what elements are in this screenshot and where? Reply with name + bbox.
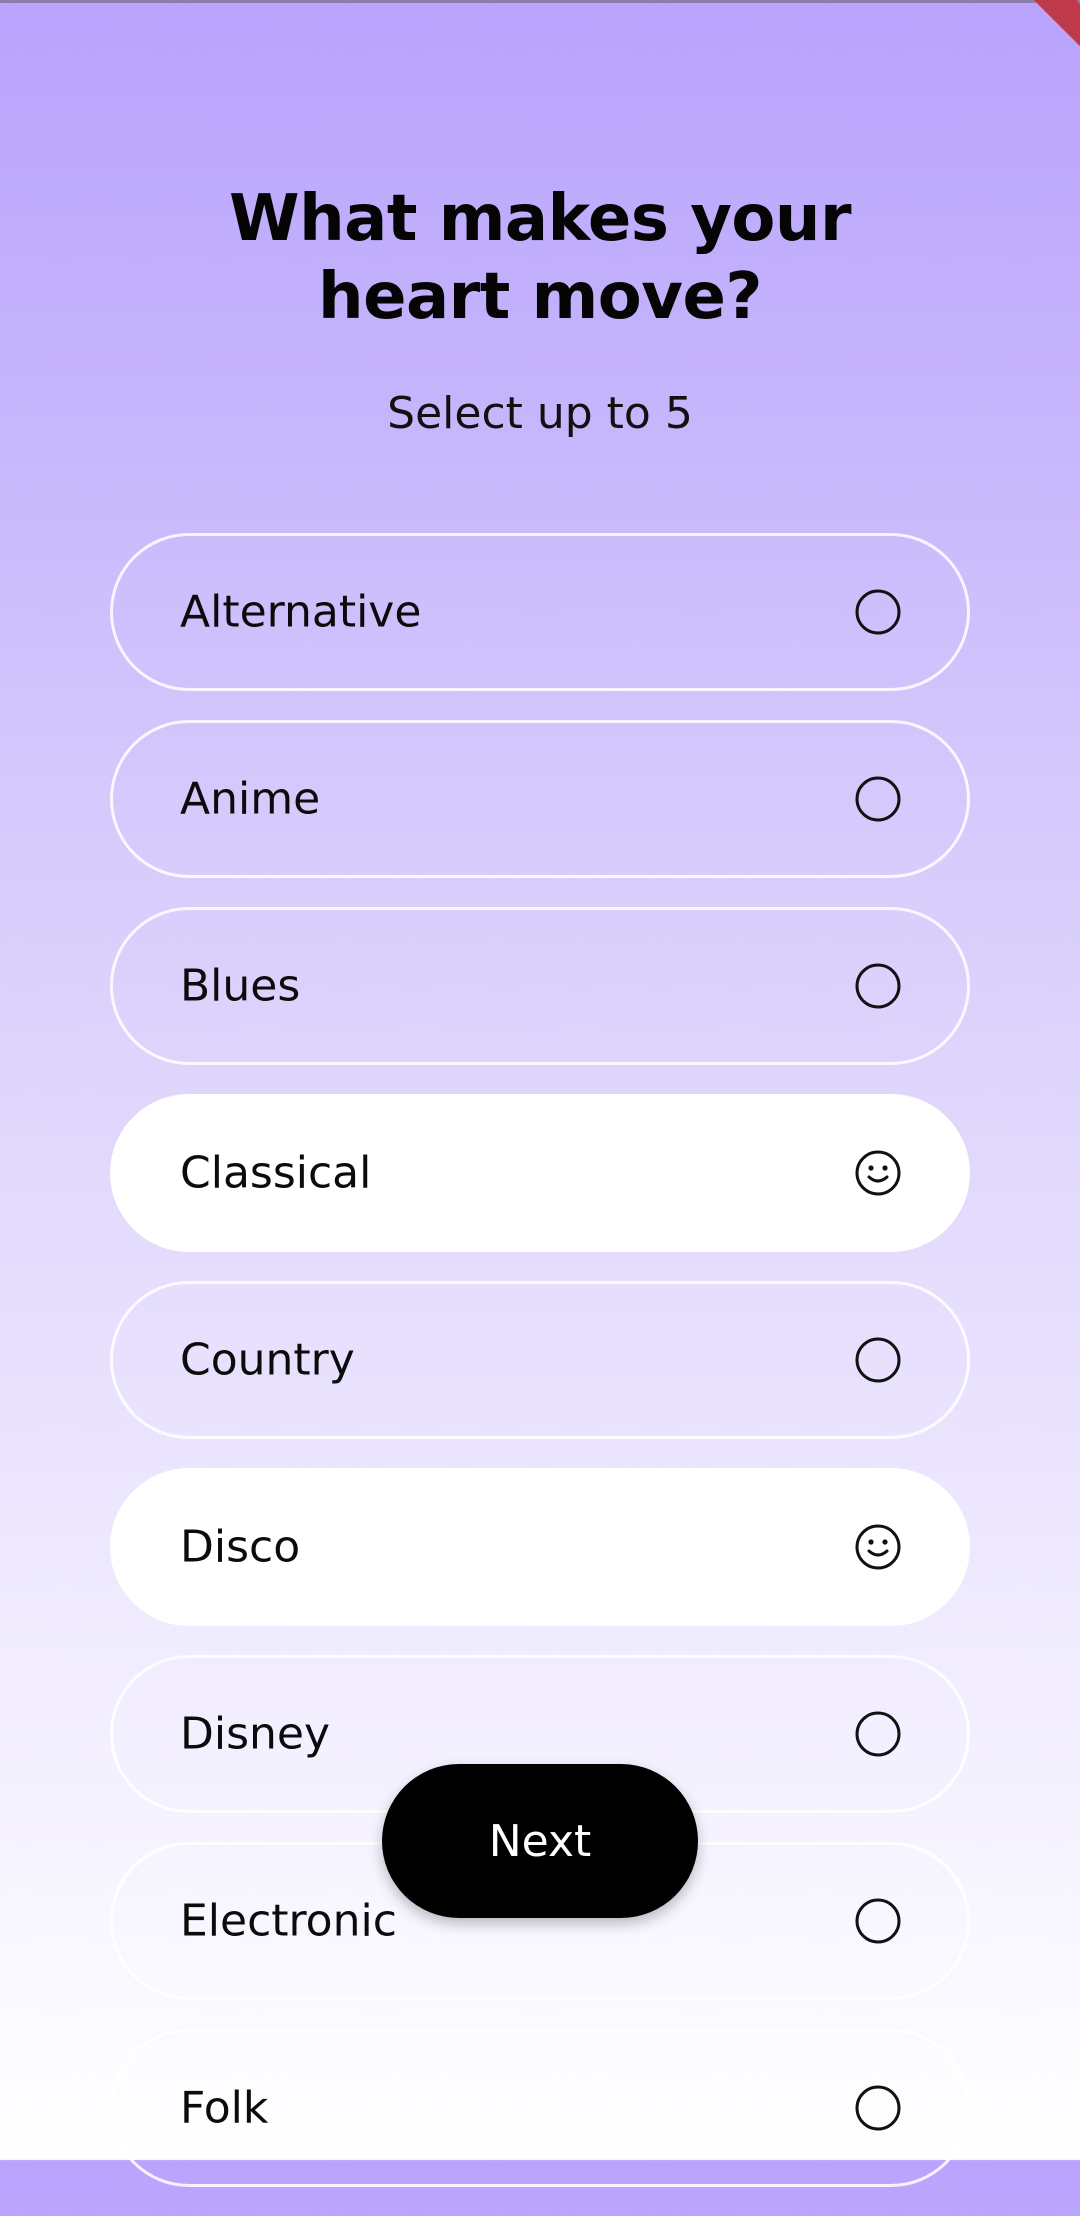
genre-label: Alternative <box>180 586 422 638</box>
genre-label: Electronic <box>180 1895 397 1947</box>
circle-icon <box>854 1710 902 1758</box>
genre-label: Blues <box>180 960 301 1012</box>
debug-ribbon <box>1006 0 1080 59</box>
circle-icon <box>854 588 902 636</box>
genre-option-country[interactable]: Country <box>110 1281 970 1439</box>
smiley-icon <box>854 1523 902 1571</box>
next-button[interactable]: Next <box>382 1764 698 1918</box>
genre-label: Disco <box>180 1521 301 1573</box>
genre-label: Folk <box>180 2082 269 2134</box>
page-subtitle: Select up to 5 <box>387 388 693 439</box>
circle-icon <box>854 1897 902 1945</box>
page-title-line-1: What makes your <box>228 182 852 256</box>
circle-icon <box>854 1336 902 1384</box>
genre-option-disco[interactable]: Disco <box>110 1468 970 1626</box>
genre-label: Disney <box>180 1708 331 1760</box>
genre-option-blues[interactable]: Blues <box>110 907 970 1065</box>
status-divider <box>0 0 1080 3</box>
genre-option-anime[interactable]: Anime <box>110 720 970 878</box>
genre-option-classical[interactable]: Classical <box>110 1094 970 1252</box>
circle-icon <box>854 2084 902 2132</box>
genre-label: Anime <box>180 773 321 825</box>
genre-label: Country <box>180 1334 355 1386</box>
page-title-line-2: heart move? <box>318 260 763 334</box>
genre-label: Classical <box>180 1147 372 1199</box>
circle-icon <box>854 962 902 1010</box>
smiley-icon <box>854 1149 902 1197</box>
genre-option-alternative[interactable]: Alternative <box>110 533 970 691</box>
genre-option-folk[interactable]: Folk <box>110 2029 970 2187</box>
circle-icon <box>854 775 902 823</box>
page-title: What makes your heart move? <box>0 180 1080 336</box>
genre-list: Alternative Anime Blues Classical Countr… <box>110 533 970 2216</box>
